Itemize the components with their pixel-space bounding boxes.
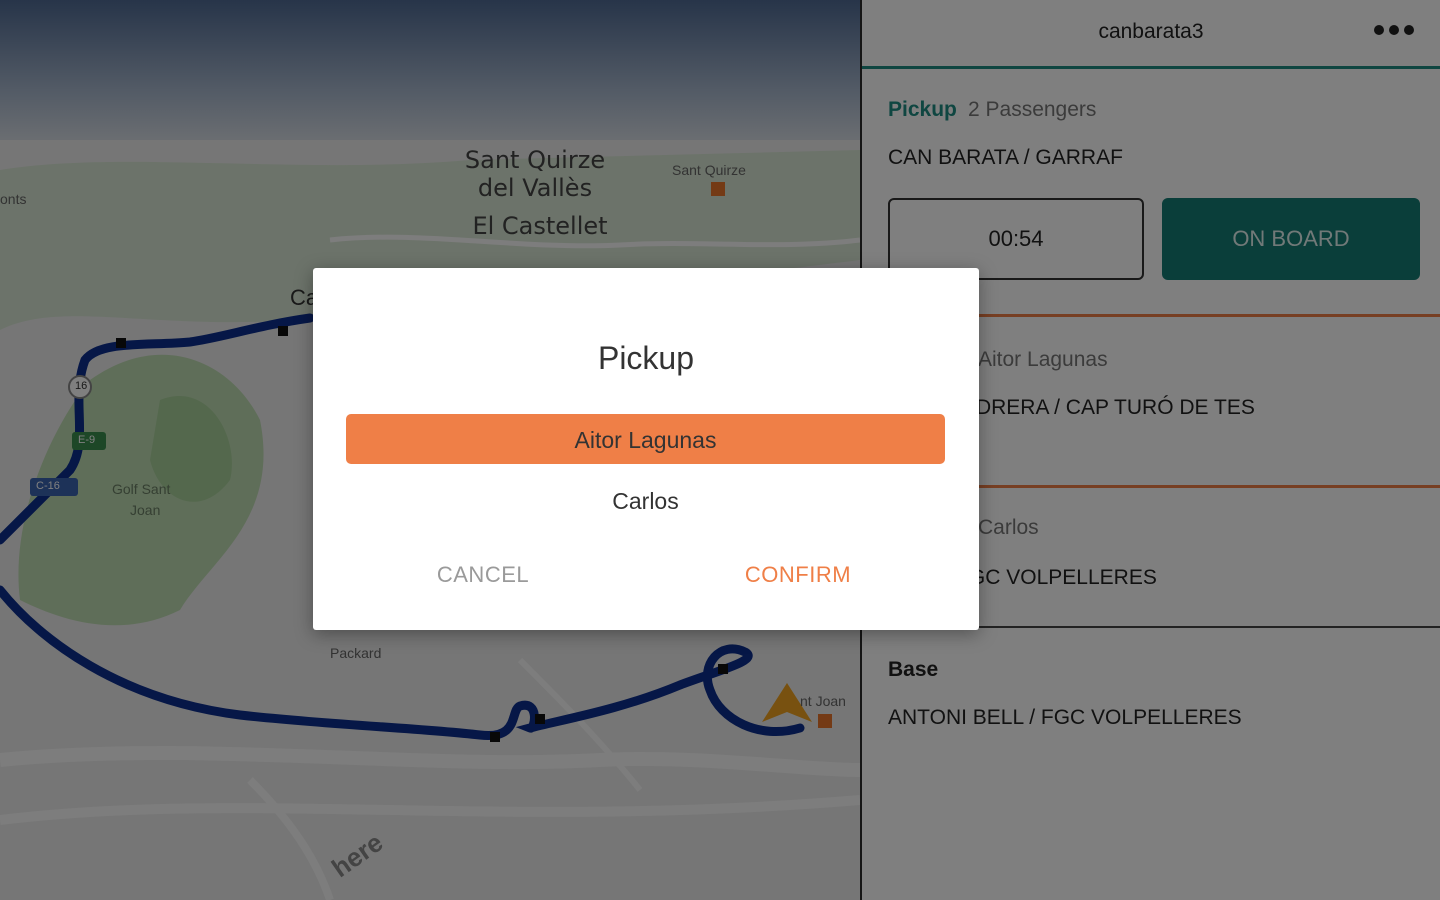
cancel-button[interactable]: CANCEL bbox=[413, 558, 553, 598]
passenger-option[interactable]: Carlos bbox=[346, 476, 945, 526]
pickup-dialog: Pickup Aitor Lagunas Carlos CANCEL CONFI… bbox=[313, 268, 979, 630]
dialog-title: Pickup bbox=[597, 340, 695, 376]
passenger-option-selected[interactable]: Aitor Lagunas bbox=[346, 414, 945, 464]
confirm-button[interactable]: CONFIRM bbox=[723, 558, 873, 598]
